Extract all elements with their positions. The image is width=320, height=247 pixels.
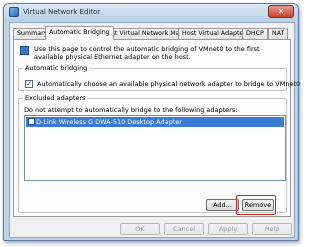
apply-button-label: Apply bbox=[218, 225, 238, 233]
excluded-adapters-legend: Excluded adapters bbox=[23, 94, 88, 102]
ok-button[interactable]: OK bbox=[120, 223, 160, 235]
checkmark-icon: ✓ bbox=[26, 80, 32, 88]
tab-nat-label: NAT bbox=[272, 30, 285, 37]
automatic-bridging-group: Automatic bridging ✓ Automatically choos… bbox=[18, 64, 300, 91]
info-icon bbox=[20, 46, 29, 55]
window-title: Virtual Network Editor bbox=[23, 8, 101, 16]
dialog-client-area: Summary Automatic Bridging Host Virtual … bbox=[9, 22, 300, 238]
title-bar[interactable]: Virtual Network Editor ✕ bbox=[4, 4, 298, 21]
ok-button-label: OK bbox=[135, 225, 145, 233]
remove-highlight-box bbox=[236, 195, 276, 215]
automatic-bridging-panel: Use this page to control the automatic b… bbox=[13, 39, 300, 217]
tab-host-virtual-adapters-label: Host Virtual Adapters bbox=[182, 30, 250, 37]
add-button-label: Add... bbox=[213, 201, 232, 209]
adapter-checkbox-icon[interactable] bbox=[28, 118, 35, 125]
apply-button[interactable]: Apply bbox=[208, 223, 248, 235]
virtual-network-editor-window: Virtual Network Editor ✕ Summary Automat… bbox=[3, 3, 300, 241]
add-button[interactable]: Add... bbox=[206, 199, 239, 211]
info-text: Use this page to control the automatic b… bbox=[34, 45, 260, 61]
excluded-adapters-list[interactable]: D-Link Wireless G DWA-510 Desktop Adapte… bbox=[24, 115, 286, 181]
list-item[interactable]: D-Link Wireless G DWA-510 Desktop Adapte… bbox=[26, 117, 284, 127]
automatic-bridging-legend: Automatic bridging bbox=[23, 64, 90, 72]
cancel-button-label: Cancel bbox=[172, 225, 196, 233]
close-button[interactable]: ✕ bbox=[268, 5, 294, 18]
list-item-label: D-Link Wireless G DWA-510 Desktop Adapte… bbox=[36, 118, 182, 126]
cancel-button[interactable]: Cancel bbox=[164, 223, 204, 235]
help-button-label: Help bbox=[264, 225, 280, 233]
tab-nat[interactable]: NAT bbox=[268, 28, 289, 39]
close-icon: ✕ bbox=[277, 7, 285, 16]
tab-dhcp[interactable]: DHCP bbox=[242, 28, 268, 39]
auto-choose-adapter-checkbox[interactable]: ✓ bbox=[25, 80, 33, 88]
tab-automatic-bridging-label: Automatic Bridging bbox=[49, 29, 110, 36]
tab-automatic-bridging[interactable]: Automatic Bridging bbox=[45, 26, 114, 40]
tab-summary-label: Summary bbox=[17, 30, 48, 37]
app-icon bbox=[9, 7, 19, 17]
tab-strip: Summary Automatic Bridging Host Virtual … bbox=[13, 26, 291, 40]
tab-dhcp-label: DHCP bbox=[246, 30, 264, 37]
excluded-adapters-description: Do not attempt to automatically bridge t… bbox=[24, 106, 238, 114]
help-button[interactable]: Help bbox=[252, 223, 292, 235]
auto-choose-adapter-label[interactable]: Automatically choose an available physic… bbox=[37, 80, 300, 88]
